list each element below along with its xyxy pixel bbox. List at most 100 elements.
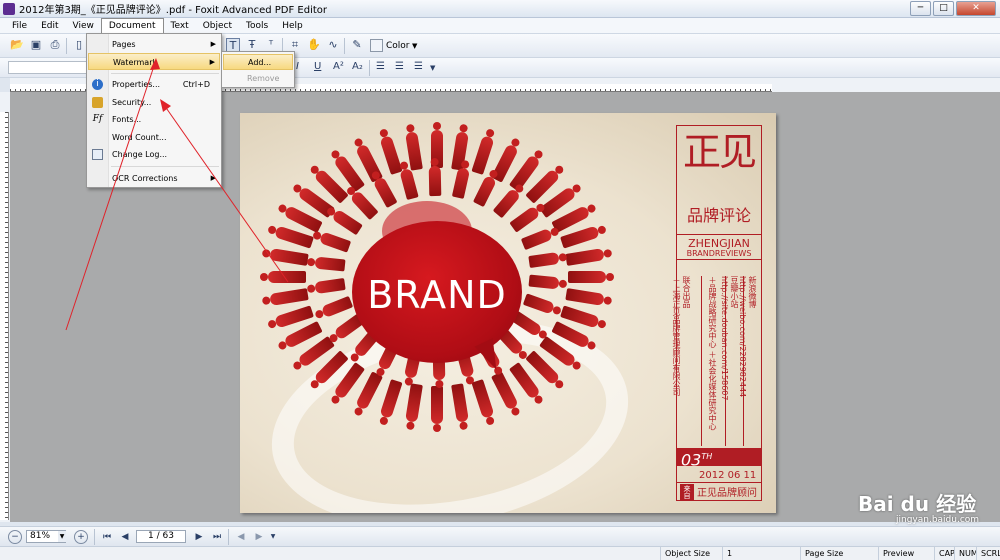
watermark-submenu: Add... Remove	[221, 51, 295, 88]
back-icon[interactable]: ◀	[234, 530, 248, 544]
menu-bar: File Edit View Document Text Object Tool…	[0, 17, 1000, 34]
open-folder-icon[interactable]: 📂	[10, 38, 24, 52]
menu-object[interactable]: Object	[196, 18, 239, 34]
masthead-col1: 联合出品 ＋上海正见品牌管理顾问有限公司	[672, 276, 691, 396]
align-dropdown-icon[interactable]: ▼	[430, 64, 435, 72]
hand-icon[interactable]: ✋	[307, 38, 321, 52]
app-icon	[3, 2, 15, 15]
color-dropdown-icon[interactable]: ▼	[412, 42, 417, 50]
history-dropdown-icon[interactable]: ▼	[266, 530, 280, 544]
masthead-title: 正见	[682, 130, 757, 174]
red-figure	[451, 167, 470, 200]
red-figure	[568, 271, 606, 283]
menu-item-ocr-corrections[interactable]: OCR Corrections ▶	[88, 170, 220, 187]
red-figure	[404, 383, 423, 424]
red-figure	[372, 176, 398, 209]
masthead-divider	[701, 276, 702, 446]
prev-page-icon[interactable]: ◀	[118, 530, 132, 544]
red-figure	[508, 205, 541, 233]
vertical-ruler	[0, 112, 9, 520]
menu-text[interactable]: Text	[164, 18, 196, 34]
maximize-button[interactable]: □	[933, 1, 954, 16]
menu-item-fonts[interactable]: Ff Fonts...	[88, 111, 220, 128]
new-page-icon[interactable]: ▯	[72, 38, 86, 52]
baidu-watermark: Bai du 经验 jingyan.baidu.com	[858, 488, 988, 528]
menu-item-properties[interactable]: i Properties... Ctrl+D	[88, 76, 220, 93]
baidu-logo: Bai du 经验	[858, 492, 977, 516]
toolbar-separator	[228, 529, 229, 545]
font-icon: Ff	[92, 114, 103, 124]
red-figure	[471, 378, 495, 419]
submenu-item-remove: Remove	[247, 74, 280, 83]
scroll-lock-indicator: SCRL	[976, 547, 1000, 560]
issue-date: 2012 06 11	[699, 470, 757, 481]
submenu-item-add[interactable]: Add...	[223, 54, 293, 70]
red-figure	[492, 187, 522, 219]
text-tool-icon[interactable]: T	[226, 38, 240, 52]
menu-item-word-count[interactable]: Word Count...	[88, 129, 220, 146]
menu-item-pages[interactable]: Pages ▶	[88, 36, 220, 53]
first-page-icon[interactable]: ⏮	[100, 530, 114, 544]
text-format-icon[interactable]: ᵀ	[264, 38, 278, 52]
menu-item-change-log[interactable]: Change Log...	[88, 146, 220, 163]
text-edit-icon[interactable]: Ŧ	[245, 38, 259, 52]
underline-icon[interactable]: U	[314, 61, 321, 72]
menu-tools[interactable]: Tools	[239, 18, 275, 34]
align-center-icon[interactable]: ☰	[395, 61, 404, 72]
save-icon[interactable]: ▣	[29, 38, 43, 52]
red-figure	[314, 256, 346, 272]
font-name-input[interactable]	[8, 61, 88, 74]
red-figure	[320, 296, 353, 319]
next-page-icon[interactable]: ▶	[192, 530, 206, 544]
menu-help[interactable]: Help	[275, 18, 310, 34]
title-bar: 2012年第3期_《正见品牌评论》.pdf - Foxit Advanced P…	[0, 0, 1000, 18]
window-title: 2012年第3期_《正见品牌评论》.pdf - Foxit Advanced P…	[19, 5, 328, 16]
menu-view[interactable]: View	[66, 18, 101, 34]
red-figure	[269, 288, 309, 306]
superscript-icon[interactable]: A²	[333, 61, 344, 72]
zoom-out-icon[interactable]: −	[8, 530, 22, 544]
subscript-icon[interactable]: A₂	[352, 61, 363, 72]
crop-icon[interactable]: ⌗	[288, 38, 302, 52]
close-button[interactable]: ✕	[956, 1, 996, 16]
print-icon[interactable]: ⎙	[48, 38, 62, 52]
red-figure	[319, 231, 352, 253]
eyedropper-icon[interactable]: ✎	[350, 38, 364, 52]
menu-document[interactable]: Document	[100, 17, 164, 34]
lock-icon	[92, 97, 103, 108]
toolbar-separator	[66, 38, 67, 54]
red-figure	[521, 227, 554, 250]
red-figure	[528, 251, 560, 269]
color-label[interactable]: Color	[386, 41, 410, 51]
italic-icon[interactable]: I	[296, 61, 299, 72]
status-bar: Object Size 1 Page Size Preview CAP NUM …	[0, 546, 1000, 560]
menu-edit[interactable]: Edit	[34, 18, 65, 34]
masthead: 正见 品牌评论 ZHENGJIAN BRANDREVIEWS 联合出品 ＋上海正见…	[672, 125, 762, 501]
red-figure	[451, 383, 470, 424]
red-figure	[269, 248, 309, 266]
cover-brand-word: BRAND	[367, 273, 507, 317]
zoom-in-icon[interactable]: +	[74, 530, 88, 544]
color-swatch[interactable]	[370, 39, 383, 52]
issue-number-block: 03TH	[677, 448, 761, 469]
menu-separator	[111, 73, 219, 74]
zoom-dropdown-icon[interactable]: ▼	[58, 531, 66, 542]
menu-file[interactable]: File	[5, 18, 34, 34]
red-figure	[379, 135, 403, 176]
submenu-arrow-icon: ▶	[209, 58, 215, 66]
red-figure	[314, 277, 346, 295]
document-menu: Pages ▶ Watermark ▶ i Properties... Ctrl+D S…	[86, 33, 222, 188]
red-figure	[559, 225, 600, 250]
path-icon[interactable]: ∿	[326, 38, 340, 52]
align-justify-icon[interactable]: ☰	[414, 61, 423, 72]
menu-separator	[111, 166, 219, 167]
minimize-button[interactable]: ─	[910, 1, 931, 16]
align-left-icon[interactable]: ☰	[376, 61, 385, 72]
page-number-input[interactable]: 1 / 63	[136, 530, 186, 543]
menu-item-watermark[interactable]: Watermark ▶	[88, 53, 220, 70]
last-page-icon[interactable]: ⏭	[210, 530, 224, 544]
red-figure	[349, 190, 379, 221]
menu-item-security[interactable]: Security...	[88, 94, 220, 111]
pdf-page[interactable]: BRAND 正见 品牌评论 ZHENGJIAN BRANDREVIEWS 联合出…	[240, 113, 776, 513]
forward-icon[interactable]: ▶	[252, 530, 266, 544]
